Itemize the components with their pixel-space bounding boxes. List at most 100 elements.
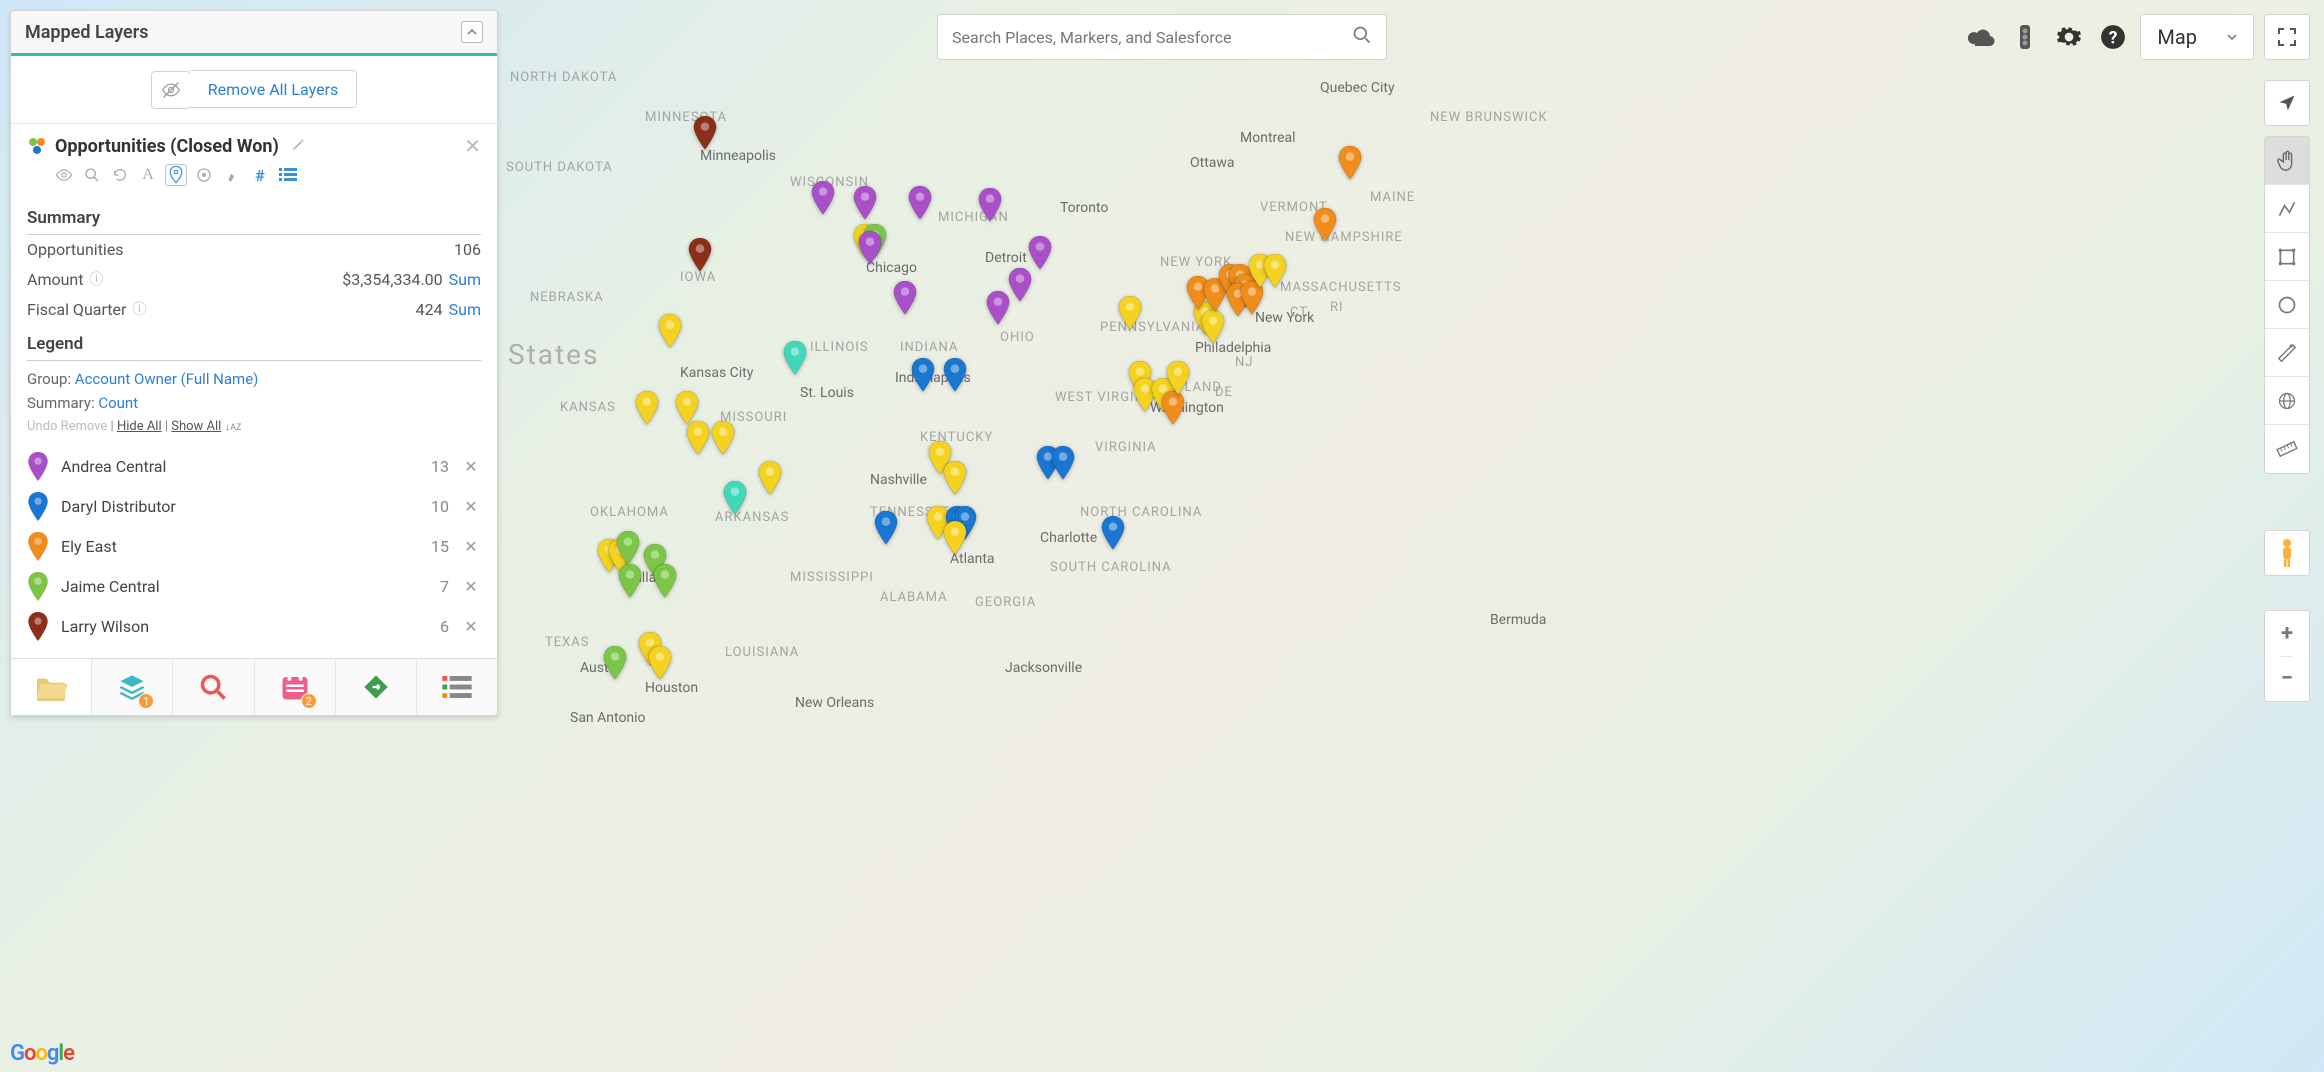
map-marker[interactable] [657,314,683,348]
nav-layers[interactable]: 1 [92,659,173,715]
map-marker[interactable] [1337,146,1363,180]
fullscreen-button[interactable] [2264,14,2310,60]
map-marker[interactable] [692,116,718,150]
map-marker[interactable] [647,646,673,680]
map-marker[interactable] [942,521,968,555]
map-marker[interactable] [1007,268,1033,302]
map-marker[interactable] [910,358,936,392]
summary-agg-toggle[interactable]: Sum [449,300,481,319]
help-button[interactable]: ? [2096,20,2130,54]
map-marker[interactable] [687,238,713,272]
map-marker[interactable] [942,461,968,495]
group-link[interactable]: Account Owner (Full Name) [75,370,259,388]
map-marker[interactable] [1100,516,1126,550]
map-marker[interactable] [1200,310,1226,344]
close-layer-button[interactable]: ✕ [464,134,481,158]
search-input[interactable] [952,28,1352,47]
legend-item-remove[interactable]: ✕ [461,537,481,556]
legend-item[interactable]: Andrea Central13✕ [27,446,481,486]
info-icon[interactable]: ⓘ [132,299,146,319]
undo-remove-link[interactable]: Undo Remove [27,419,107,434]
hide-all-link[interactable]: Hide All [117,419,162,434]
remove-all-layers-button[interactable]: Remove All Layers [190,70,358,108]
map-marker[interactable] [1027,236,1053,270]
map-marker[interactable] [634,391,660,425]
map-marker[interactable] [757,461,783,495]
legend-item[interactable]: Larry Wilson6✕ [27,606,481,646]
search-icon[interactable] [1352,25,1372,49]
draw-polyline-tool[interactable] [2265,185,2309,233]
tool-hash[interactable]: # [249,164,271,186]
legend-item-remove[interactable]: ✕ [461,617,481,636]
nav-search[interactable] [173,659,254,715]
nav-directions[interactable] [336,659,417,715]
nav-list-view[interactable] [417,659,497,715]
legend-item[interactable]: Daryl Distributor10✕ [27,486,481,526]
toggle-visibility-button[interactable] [151,71,191,109]
tool-visibility[interactable] [53,164,75,186]
draw-rect-tool[interactable] [2265,233,2309,281]
zoom-out-button[interactable]: − [2281,657,2293,702]
info-icon[interactable]: ⓘ [89,269,103,289]
map-marker[interactable] [892,281,918,315]
map-marker[interactable] [852,186,878,220]
map-marker[interactable] [674,391,700,425]
zoom-in-button[interactable]: + [2281,611,2293,657]
tool-marker[interactable] [165,164,187,186]
map-marker[interactable] [1050,446,1076,480]
map-marker[interactable] [977,188,1003,222]
map-marker[interactable] [602,646,628,680]
draw-circle-tool[interactable] [2265,281,2309,329]
search-bar[interactable] [937,14,1387,60]
map-type-dropdown[interactable]: Map [2140,14,2254,60]
tool-highlight[interactable] [221,164,243,186]
pan-tool[interactable] [2265,137,2309,185]
map-marker[interactable] [685,421,711,455]
locate-button[interactable] [2264,80,2310,126]
tool-zoom[interactable] [81,164,103,186]
tool-radius[interactable] [193,164,215,186]
map-marker[interactable] [710,421,736,455]
nav-calendar[interactable]: 2 [255,659,336,715]
map-marker[interactable] [1165,361,1191,395]
map-marker[interactable] [1312,208,1338,242]
show-all-link[interactable]: Show All [171,419,221,434]
map-marker[interactable] [1117,296,1143,330]
collapse-button[interactable] [461,21,483,43]
globe-tool[interactable] [2265,377,2309,425]
city-label: Detroit [985,250,1027,266]
map-marker[interactable] [652,564,678,598]
sort-icon[interactable]: ↓AZ [225,420,242,433]
tool-refresh[interactable] [109,164,131,186]
map-marker[interactable] [722,481,748,515]
map-marker[interactable] [907,186,933,220]
legend-item[interactable]: Ely East15✕ [27,526,481,566]
tool-list[interactable] [277,164,299,186]
pegman-button[interactable] [2264,530,2310,576]
legend-item-remove[interactable]: ✕ [461,497,481,516]
measure-tool[interactable] [2265,329,2309,377]
map-marker[interactable] [1160,391,1186,425]
tool-label[interactable]: A [137,164,159,186]
map-marker[interactable] [617,564,643,598]
settings-button[interactable] [2052,20,2086,54]
map-marker[interactable] [782,341,808,375]
map-marker[interactable] [810,181,836,215]
map-marker[interactable] [942,358,968,392]
summary-agg-link[interactable]: Count [98,394,138,412]
map-marker[interactable] [615,531,641,565]
nav-folder[interactable] [11,659,92,715]
legend-item[interactable]: Jaime Central7✕ [27,566,481,606]
summary-agg-toggle[interactable]: Sum [449,270,481,289]
weather-button[interactable] [1964,20,1998,54]
city-label: New Orleans [795,695,874,711]
edit-layer-button[interactable] [291,136,307,156]
traffic-button[interactable] [2008,20,2042,54]
layer-toolbar: A # [27,158,481,198]
map-marker[interactable] [857,231,883,265]
map-marker[interactable] [873,511,899,545]
map-marker[interactable] [1262,254,1288,288]
legend-item-remove[interactable]: ✕ [461,457,481,476]
ruler-tool[interactable] [2265,425,2309,473]
legend-item-remove[interactable]: ✕ [461,577,481,596]
